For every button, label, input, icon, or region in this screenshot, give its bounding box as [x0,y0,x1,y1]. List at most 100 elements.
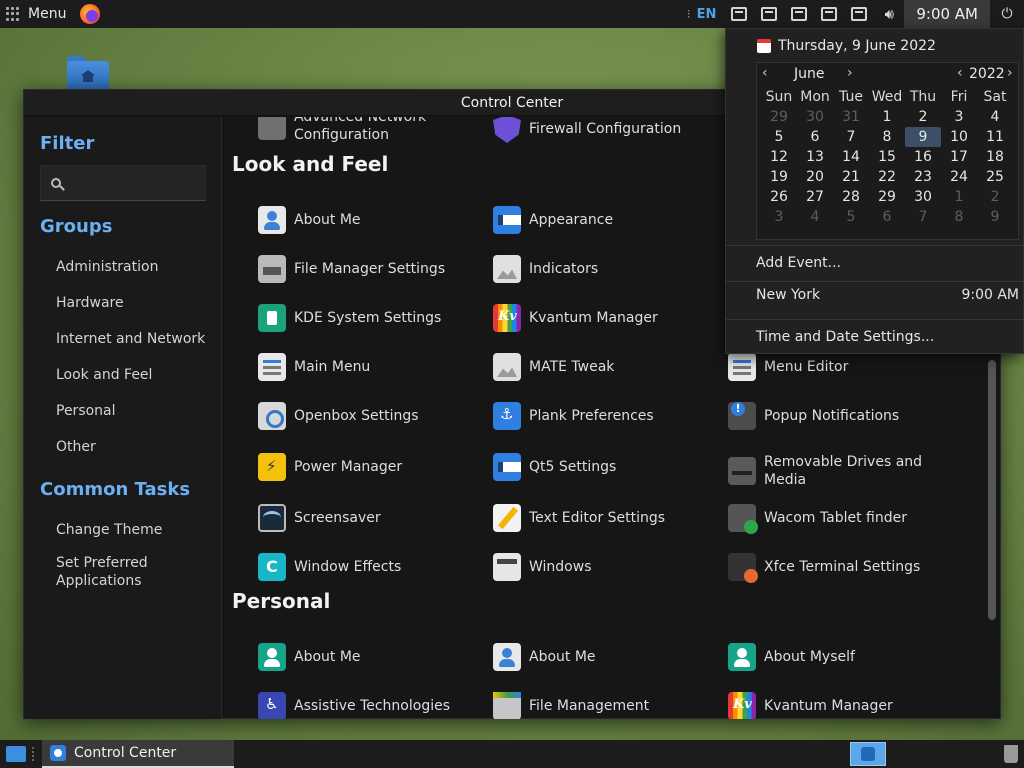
taskbar-item-control-center[interactable]: Control Center [42,740,234,768]
prev-year-icon[interactable]: ‹ [957,65,963,81]
clipboard-icon[interactable] [724,0,754,28]
calendar-day[interactable]: 15 [869,147,905,167]
calendar-day[interactable]: 24 [941,167,977,187]
settings-item-personal-about-me-2[interactable]: About Me [493,643,723,671]
settings-item-menu-editor[interactable]: Menu Editor [728,353,958,381]
next-year-icon[interactable]: › [1007,65,1013,81]
battery-icon[interactable] [844,0,874,28]
keyboard-layout-indicator[interactable]: EN [697,7,717,22]
settings-item-file-manager-settings[interactable]: File Manager Settings [258,255,488,283]
calendar-day[interactable]: 18 [977,147,1013,167]
settings-item-windows[interactable]: Windows [493,553,723,581]
monitor-icon[interactable] [814,0,844,28]
settings-item-main-menu[interactable]: Main Menu [258,353,488,381]
next-month-icon[interactable]: › [847,65,853,81]
calendar-day[interactable]: 8 [869,127,905,147]
calendar-day[interactable]: 23 [905,167,941,187]
calendar-day[interactable]: 4 [977,107,1013,127]
calendar-day[interactable]: 16 [905,147,941,167]
settings-item-removable-drives[interactable]: Removable Drives and Media [728,453,958,489]
calendar-day[interactable]: 28 [833,187,869,207]
prev-month-icon[interactable]: ‹ [762,65,768,81]
time-date-settings-link[interactable]: Time and Date Settings... [756,329,1019,345]
settings-item-personal-kvantum-manager[interactable]: Kvantum Manager [728,692,958,719]
calendar-day[interactable]: 25 [977,167,1013,187]
calendar-day[interactable]: 2 [977,187,1013,207]
settings-item-openbox-settings[interactable]: Openbox Settings [258,402,488,430]
settings-item-xfce-terminal-settings[interactable]: Xfce Terminal Settings [728,553,958,583]
settings-item-personal-about-me[interactable]: About Me [258,643,488,671]
panel-handle[interactable] [32,747,36,761]
sidebar-item-personal[interactable]: Personal [56,402,216,420]
display-icon[interactable] [784,0,814,28]
settings-item-advanced-network[interactable]: Advanced Network Configuration [258,117,488,144]
power-icon[interactable]: ⏻ [990,0,1024,28]
settings-item-screensaver[interactable]: Screensaver [258,504,488,532]
settings-item-assistive-technologies[interactable]: Assistive Technologies [258,692,488,719]
calendar-day[interactable]: 9 [977,207,1013,227]
task-set-preferred-applications[interactable]: Set Preferred Applications [56,554,216,590]
calendar-day[interactable]: 31 [833,107,869,127]
home-folder-icon[interactable] [67,56,109,91]
settings-item-popup-notifications[interactable]: Popup Notifications [728,402,958,430]
settings-item-about-myself[interactable]: About Myself [728,643,958,671]
scrollbar[interactable] [988,360,996,620]
calendar-day[interactable]: 10 [941,127,977,147]
settings-item-appearance[interactable]: Appearance [493,206,723,234]
sidebar-item-internet-and-network[interactable]: Internet and Network [56,330,216,348]
settings-item-text-editor-settings[interactable]: Text Editor Settings [493,504,723,532]
volume-icon[interactable]: 🔊︎ [874,0,904,28]
calendar-day[interactable]: 5 [833,207,869,227]
settings-item-window-effects[interactable]: Window Effects [258,553,488,581]
calendar-day[interactable]: 1 [869,107,905,127]
calendar-day-today[interactable]: 9 [905,127,941,147]
settings-item-kvantum-manager[interactable]: Kvantum Manager [493,304,723,332]
workspace-switcher[interactable] [850,742,886,766]
search-field[interactable] [40,165,206,201]
calendar-day[interactable]: 3 [761,207,797,227]
settings-item-power-manager[interactable]: Power Manager [258,453,488,481]
settings-item-plank-preferences[interactable]: Plank Preferences [493,402,723,430]
settings-item-wacom-tablet-finder[interactable]: Wacom Tablet finder [728,504,958,534]
sidebar-item-administration[interactable]: Administration [56,258,216,276]
sidebar-item-look-and-feel[interactable]: Look and Feel [56,366,216,384]
trash-icon[interactable] [1004,745,1018,763]
calendar-day[interactable]: 29 [869,187,905,207]
calendar-day[interactable]: 14 [833,147,869,167]
calendar-day[interactable]: 7 [833,127,869,147]
calendar-day[interactable]: 8 [941,207,977,227]
task-change-theme[interactable]: Change Theme [56,521,216,539]
settings-item-firewall[interactable]: Firewall Configuration [493,117,723,143]
settings-item-mate-tweak[interactable]: MATE Tweak [493,353,723,381]
search-input[interactable] [71,175,201,191]
calendar-day[interactable]: 1 [941,187,977,207]
calendar-day[interactable]: 30 [797,107,833,127]
firefox-icon[interactable] [80,4,101,24]
calendar-day[interactable]: 22 [869,167,905,187]
calendar-day[interactable]: 12 [761,147,797,167]
clock-button[interactable]: 9:00 AM [904,0,990,28]
calendar-day[interactable]: 20 [797,167,833,187]
calendar-day[interactable]: 3 [941,107,977,127]
settings-item-indicators[interactable]: Indicators [493,255,723,283]
calendar-day[interactable]: 6 [797,127,833,147]
menu-button[interactable]: Menu [0,0,72,28]
calendar-day[interactable]: 17 [941,147,977,167]
calendar-day[interactable]: 21 [833,167,869,187]
calendar-day[interactable]: 7 [905,207,941,227]
calendar-day[interactable]: 27 [797,187,833,207]
calendar-day[interactable]: 13 [797,147,833,167]
calendar-day[interactable]: 29 [761,107,797,127]
settings-item-kde-system-settings[interactable]: KDE System Settings [258,304,488,332]
calendar-day[interactable]: 5 [761,127,797,147]
calendar-day[interactable]: 4 [797,207,833,227]
calendar-day[interactable]: 2 [905,107,941,127]
sidebar-item-other[interactable]: Other [56,438,216,456]
settings-item-about-me[interactable]: About Me [258,206,488,234]
sidebar-item-hardware[interactable]: Hardware [56,294,216,312]
settings-item-qt5-settings[interactable]: Qt5 Settings [493,453,723,481]
settings-item-file-management[interactable]: File Management [493,692,723,719]
calendar-day[interactable]: 11 [977,127,1013,147]
calendar-day[interactable]: 19 [761,167,797,187]
show-desktop-icon[interactable] [6,746,26,762]
